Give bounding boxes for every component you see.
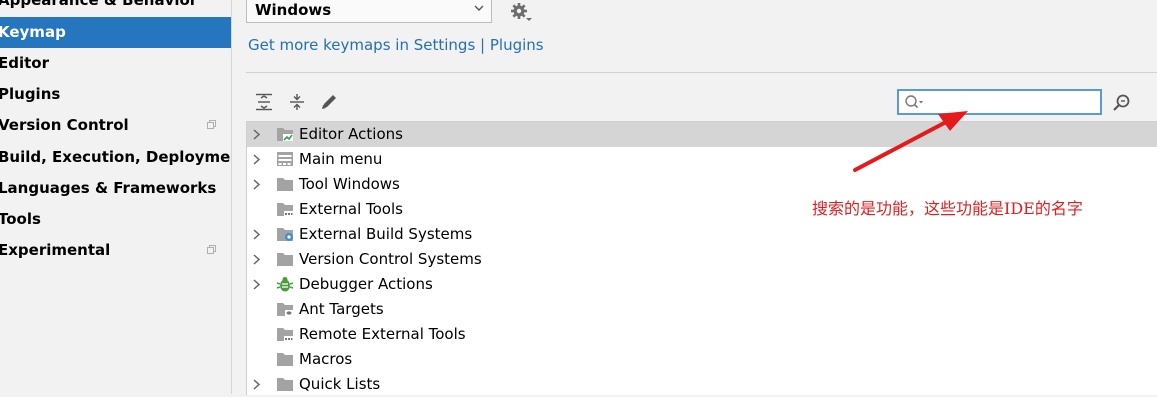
editor-actions-folder-icon [277, 128, 293, 141]
keymap-action-tree: Editor Actions Main menu Tool Windows Ex… [246, 121, 1157, 395]
tree-row-label: Remote External Tools [299, 325, 466, 343]
sidebar-item-experimental[interactable]: Experimental [0, 235, 231, 266]
sidebar-item-label: Build, Execution, Deployment [0, 148, 231, 166]
expand-arrow-icon[interactable] [251, 379, 261, 390]
sidebar-item-label: Editor [0, 54, 49, 72]
tree-row-label: Tool Windows [299, 175, 400, 193]
expand-arrow-icon[interactable] [251, 254, 261, 265]
search-icon [905, 95, 923, 109]
tree-row-label: External Build Systems [299, 225, 473, 243]
folder-icon [277, 253, 293, 266]
expand-arrow-icon[interactable] [251, 179, 261, 190]
get-more-keymaps-link[interactable]: Get more keymaps in Settings [248, 36, 475, 54]
sidebar-item-label: Version Control [0, 116, 129, 134]
expand-arrow-icon[interactable] [251, 229, 261, 240]
sidebar-item-plugins[interactable]: Plugins [0, 79, 231, 110]
sidebar-item-appearance-behavior[interactable]: Appearance & Behavior [0, 0, 231, 16]
get-more-keymaps-line: Get more keymaps in Settings | Plugins [248, 36, 544, 54]
sidebar-item-label: Plugins [0, 85, 61, 103]
bug-icon [276, 277, 294, 292]
tree-row-macros[interactable]: Macros [247, 347, 1157, 372]
expand-all-icon[interactable] [255, 93, 273, 111]
tree-row-ant-targets[interactable]: Ant Targets [247, 297, 1157, 322]
sidebar-item-label: Languages & Frameworks [0, 179, 217, 197]
settings-sidebar: Appearance & Behavior Keymap Editor Plug… [0, 0, 232, 394]
sidebar-item-languages-frameworks[interactable]: Languages & Frameworks [0, 173, 231, 204]
project-settings-copy-icon [207, 245, 216, 254]
link-separator: | [475, 36, 490, 54]
tree-row-label: Version Control Systems [299, 250, 482, 268]
tree-row-label: Quick Lists [299, 375, 381, 393]
folder-icon [277, 353, 293, 366]
tree-row-label: Editor Actions [299, 125, 403, 143]
tree-row-version-control-systems[interactable]: Version Control Systems [247, 247, 1157, 272]
section-divider [246, 72, 1157, 73]
pencil-icon[interactable] [320, 93, 338, 111]
annotation-text: 搜索的是功能，这些功能是IDE的名字 [812, 199, 1083, 218]
folder-tools-icon [277, 328, 293, 341]
sidebar-item-label: Appearance & Behavior [0, 0, 198, 9]
expand-arrow-icon[interactable] [251, 129, 261, 140]
tree-row-tool-windows[interactable]: Tool Windows [247, 172, 1157, 197]
folder-ant-icon [277, 303, 293, 316]
sidebar-item-version-control[interactable]: Version Control [0, 110, 231, 141]
tree-row-editor-actions[interactable]: Editor Actions [247, 122, 1157, 147]
project-settings-copy-icon [207, 120, 216, 129]
expand-arrow-icon[interactable] [251, 279, 261, 290]
gear-icon[interactable] [510, 1, 532, 23]
folder-icon [277, 378, 293, 391]
sidebar-item-build-execution-deployment[interactable]: Build, Execution, Deployment [0, 142, 231, 173]
sidebar-item-keymap[interactable]: Keymap [0, 17, 231, 48]
sidebar-item-label: Keymap [0, 23, 66, 41]
collapse-all-icon[interactable] [288, 93, 306, 111]
tree-row-label: Macros [299, 350, 353, 368]
sidebar-item-tools[interactable]: Tools [0, 204, 231, 235]
tree-row-remote-external-tools[interactable]: Remote External Tools [247, 322, 1157, 347]
folder-gear-icon [277, 228, 293, 241]
folder-tools-icon [277, 203, 293, 216]
find-by-shortcut-icon[interactable] [1112, 93, 1132, 113]
tree-row-debugger-actions[interactable]: Debugger Actions [247, 272, 1157, 297]
tree-row-label: Ant Targets [299, 300, 384, 318]
folder-icon [277, 178, 293, 191]
sidebar-item-editor[interactable]: Editor [0, 48, 231, 79]
expand-arrow-icon[interactable] [251, 154, 261, 165]
chevron-down-icon [474, 5, 484, 11]
keymap-select-value: Windows [255, 1, 332, 19]
tree-row-main-menu[interactable]: Main menu [247, 147, 1157, 172]
sidebar-item-label: Tools [0, 210, 41, 228]
plugins-link[interactable]: Plugins [490, 36, 544, 54]
tree-row-quick-lists[interactable]: Quick Lists [247, 372, 1157, 397]
search-field[interactable] [897, 89, 1102, 115]
sidebar-item-label: Experimental [0, 241, 111, 259]
tree-row-external-build-systems[interactable]: External Build Systems [247, 222, 1157, 247]
main-menu-icon [277, 152, 293, 166]
tree-row-label: Debugger Actions [299, 275, 433, 293]
keymap-select[interactable]: Windows [246, 0, 492, 23]
tree-row-label: Main menu [299, 150, 383, 168]
search-input[interactable] [927, 93, 1099, 113]
tree-row-label: External Tools [299, 200, 403, 218]
